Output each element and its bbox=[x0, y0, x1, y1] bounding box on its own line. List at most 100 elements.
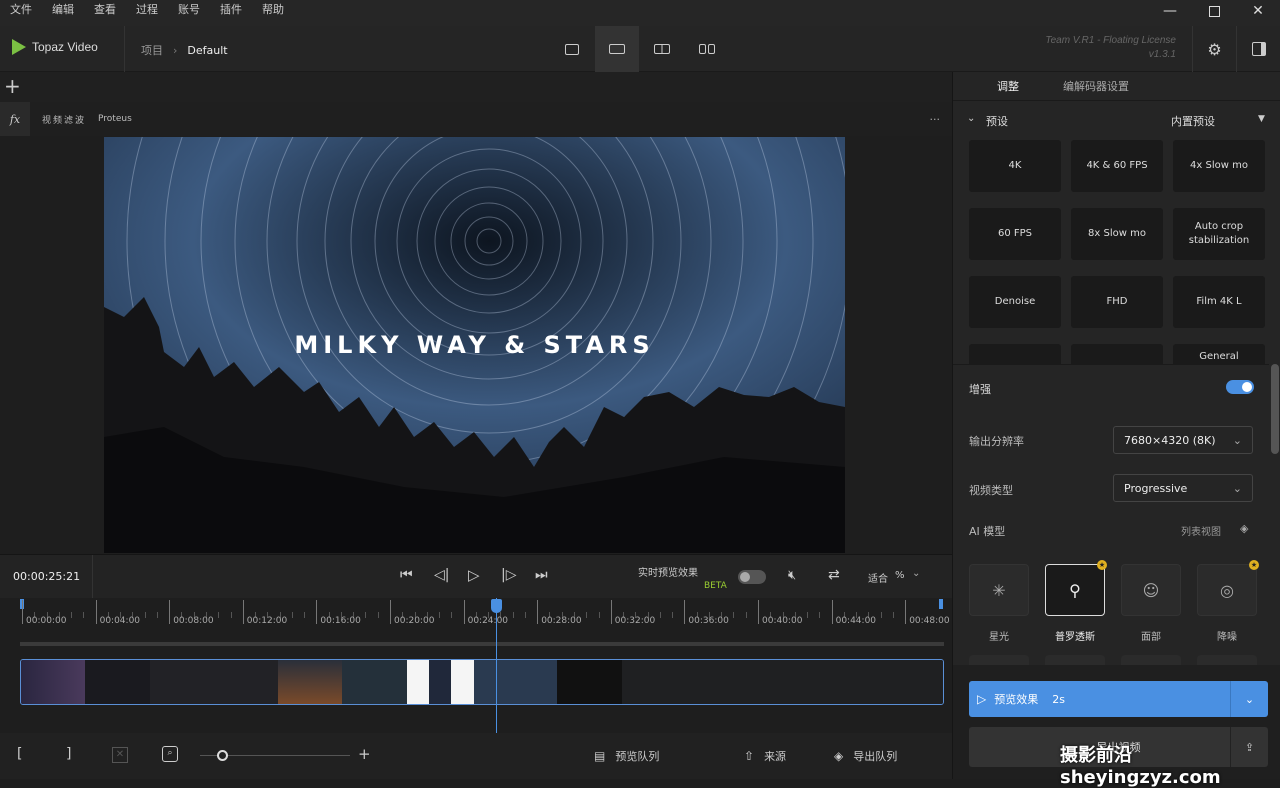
menu-view[interactable]: 查看 bbox=[84, 0, 126, 26]
ruler-label: 00:40:00 bbox=[762, 616, 803, 626]
model-starlight[interactable]: ✳ bbox=[969, 564, 1029, 616]
ruler-minor-tick bbox=[807, 612, 809, 618]
view-crop-button[interactable] bbox=[550, 26, 594, 72]
menu-plugins[interactable]: 插件 bbox=[210, 0, 252, 26]
ruler-major-tick bbox=[463, 600, 465, 624]
preset-empty-1[interactable] bbox=[969, 344, 1061, 364]
model-proteus[interactable]: ⚲ bbox=[1045, 564, 1105, 616]
panel-scrollbar[interactable] bbox=[1271, 364, 1279, 454]
preset-general[interactable]: General bbox=[1173, 344, 1265, 364]
zoom-in-icon[interactable]: + bbox=[358, 745, 371, 763]
preset-empty-2[interactable] bbox=[1071, 344, 1163, 364]
builtin-presets-select[interactable]: 内置预设 bbox=[1171, 113, 1215, 129]
video-type-select[interactable]: Progressive ⌄ bbox=[1113, 474, 1253, 502]
ruler-minor-tick bbox=[291, 612, 293, 618]
list-view-label[interactable]: 列表视图 bbox=[1181, 523, 1221, 538]
playhead-handle[interactable] bbox=[491, 599, 502, 613]
model-face[interactable]: ☺ bbox=[1121, 564, 1181, 616]
mute-icon[interactable]: 🔇︎ bbox=[788, 568, 796, 583]
ruler-major-tick bbox=[537, 600, 539, 624]
clear-marks-icon[interactable]: ✕ bbox=[112, 747, 128, 763]
skip-end-icon[interactable]: ⏭ bbox=[535, 567, 548, 583]
panel-toggle-icon[interactable] bbox=[1236, 26, 1280, 72]
gear-icon[interactable]: ⚙ bbox=[1192, 26, 1236, 72]
preset-film-4k[interactable]: Film 4K L bbox=[1173, 276, 1265, 328]
menu-help[interactable]: 帮助 bbox=[252, 0, 294, 26]
ruler-major-tick bbox=[22, 600, 23, 624]
ruler-major-tick bbox=[905, 600, 907, 624]
step-back-icon[interactable]: ◁| bbox=[434, 567, 449, 583]
menu-edit[interactable]: 编辑 bbox=[42, 0, 84, 26]
export-queue-label: 导出队列 bbox=[853, 750, 898, 763]
single-view-icon bbox=[609, 44, 625, 54]
ai-model-label: AI 模型 bbox=[969, 525, 1006, 538]
source-button[interactable]: ⇧ 来源 bbox=[744, 748, 786, 764]
minimize-icon[interactable]: — bbox=[1148, 0, 1192, 22]
realtime-toggle[interactable] bbox=[738, 570, 766, 584]
enhance-toggle[interactable] bbox=[1226, 380, 1254, 394]
view-split-button[interactable] bbox=[640, 26, 684, 72]
ruler-minor-tick bbox=[880, 612, 882, 618]
video-frame: MILKY WAY & STARS bbox=[104, 137, 845, 553]
model-starlight-label: 星光 bbox=[989, 632, 1009, 643]
timeline-scrollbar[interactable] bbox=[20, 642, 944, 646]
add-tab-icon[interactable]: + bbox=[4, 74, 21, 98]
chevron-down-icon[interactable]: ⌄ bbox=[967, 113, 975, 124]
mark-in-icon[interactable]: [ bbox=[17, 746, 22, 762]
timeline-ruler[interactable]: 00:00:00 00:04:00 00:08:00 00:12:00 00:16:00… bbox=[0, 598, 952, 646]
ruler-label: 00:04:00 bbox=[99, 616, 141, 626]
zoom-label[interactable]: 适合 bbox=[868, 570, 888, 585]
menu-file[interactable]: 文件 bbox=[0, 0, 42, 26]
preset-4k[interactable]: 4K bbox=[969, 140, 1061, 192]
mark-out-icon[interactable]: ] bbox=[66, 746, 71, 762]
tab-codec[interactable]: 编解码器设置 bbox=[1063, 78, 1129, 94]
ruler-major-tick bbox=[169, 600, 171, 624]
enhance-label: 增强 bbox=[969, 383, 991, 396]
license-text: Team V.R1 - Floating License bbox=[1045, 35, 1176, 46]
zoom-slider-thumb[interactable] bbox=[217, 750, 228, 761]
ruler-minor-tick bbox=[156, 612, 158, 618]
view-side-by-side-button[interactable] bbox=[685, 26, 729, 72]
preset-8x-slowmo[interactable]: 8x Slow mo bbox=[1071, 208, 1163, 260]
play-icon[interactable]: ▷ bbox=[468, 566, 480, 584]
video-type-label: 视频类型 bbox=[969, 484, 1013, 497]
view-single-button[interactable] bbox=[595, 26, 639, 72]
preset-fhd[interactable]: FHD bbox=[1071, 276, 1163, 328]
preset-4k-60fps[interactable]: 4K & 60 FPS bbox=[1071, 140, 1163, 192]
video-track[interactable] bbox=[20, 659, 944, 705]
ruler-minor-tick bbox=[230, 612, 232, 618]
ruler-label: 00:20:00 bbox=[394, 616, 435, 626]
ruler-minor-tick bbox=[377, 612, 379, 618]
playhead[interactable] bbox=[496, 598, 497, 733]
divider bbox=[124, 26, 125, 72]
ruler-major-tick bbox=[758, 600, 759, 624]
maximize-icon[interactable] bbox=[1192, 0, 1236, 22]
menu-process[interactable]: 过程 bbox=[126, 0, 168, 26]
fx-icon[interactable]: fx bbox=[0, 102, 30, 136]
tab-adjust[interactable]: 调整 bbox=[997, 78, 1019, 94]
preset-denoise[interactable]: Denoise bbox=[969, 276, 1061, 328]
step-forward-icon[interactable]: |▷ bbox=[501, 567, 516, 583]
skip-start-icon[interactable]: ⏮ bbox=[400, 567, 413, 583]
preview-button[interactable]: ▷ 预览效果 2s ⌄ bbox=[969, 681, 1268, 717]
close-icon[interactable]: ✕ bbox=[1236, 0, 1280, 22]
menu-account[interactable]: 账号 bbox=[168, 0, 210, 26]
breadcrumb-project[interactable]: 项目 bbox=[141, 42, 163, 58]
ruler-minor-tick bbox=[144, 612, 146, 618]
out-marker[interactable] bbox=[939, 599, 943, 609]
preset-auto-crop[interactable]: Auto crop stabilization bbox=[1173, 208, 1265, 260]
layers-icon[interactable]: ◈ bbox=[1240, 522, 1248, 535]
export-queue-button[interactable]: ◈ 导出队列 bbox=[834, 748, 897, 764]
zoom-fit-icon[interactable]: ⌕ bbox=[162, 746, 178, 762]
caret-down-icon[interactable]: ▼ bbox=[1258, 114, 1265, 124]
preset-60fps[interactable]: 60 FPS bbox=[969, 208, 1061, 260]
more-options-icon[interactable]: ··· bbox=[930, 113, 941, 126]
model-denoise[interactable]: ◎ bbox=[1197, 564, 1257, 616]
output-res-select[interactable]: 7680×4320 (8K) ⌄ bbox=[1113, 426, 1253, 454]
preset-4x-slowmo[interactable]: 4x Slow mo bbox=[1173, 140, 1265, 192]
chevron-down-icon[interactable]: ⌄ bbox=[912, 568, 920, 579]
chevron-down-icon[interactable]: ⌄ bbox=[1230, 681, 1268, 717]
ruler-minor-tick bbox=[745, 612, 747, 618]
loop-icon[interactable]: ⇄ bbox=[828, 567, 840, 583]
preview-queue-button[interactable]: ▤ 预览队列 bbox=[594, 748, 659, 764]
